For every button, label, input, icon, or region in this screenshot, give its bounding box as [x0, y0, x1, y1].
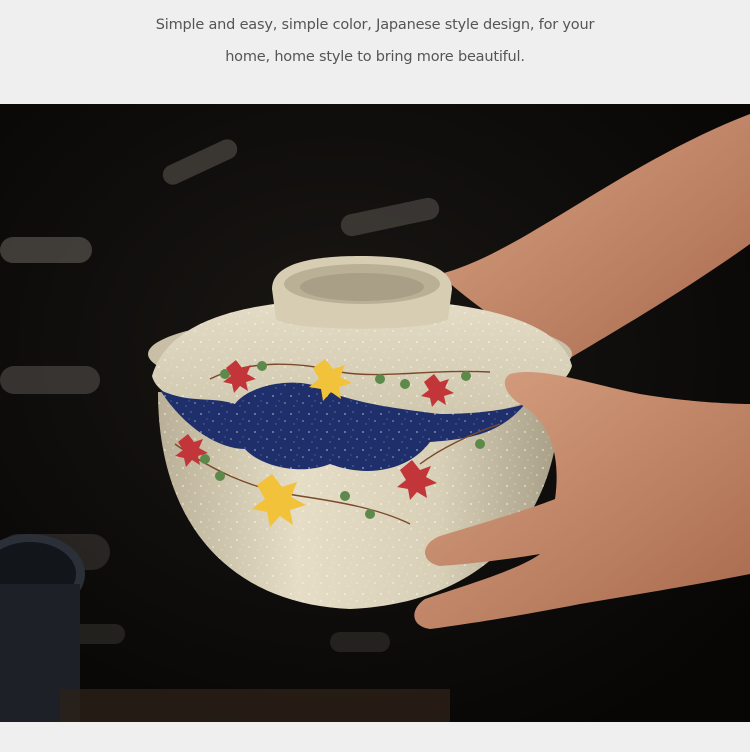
- bottom-strip: [0, 722, 750, 752]
- table-surface: [60, 689, 450, 722]
- product-photo: [0, 104, 750, 722]
- caption-line-1: Simple and easy, simple color, Japanese …: [155, 17, 595, 33]
- caption-panel: Simple and easy, simple color, Japanese …: [0, 0, 750, 104]
- caption-line-2: home, home style to bring more beautiful…: [225, 49, 525, 65]
